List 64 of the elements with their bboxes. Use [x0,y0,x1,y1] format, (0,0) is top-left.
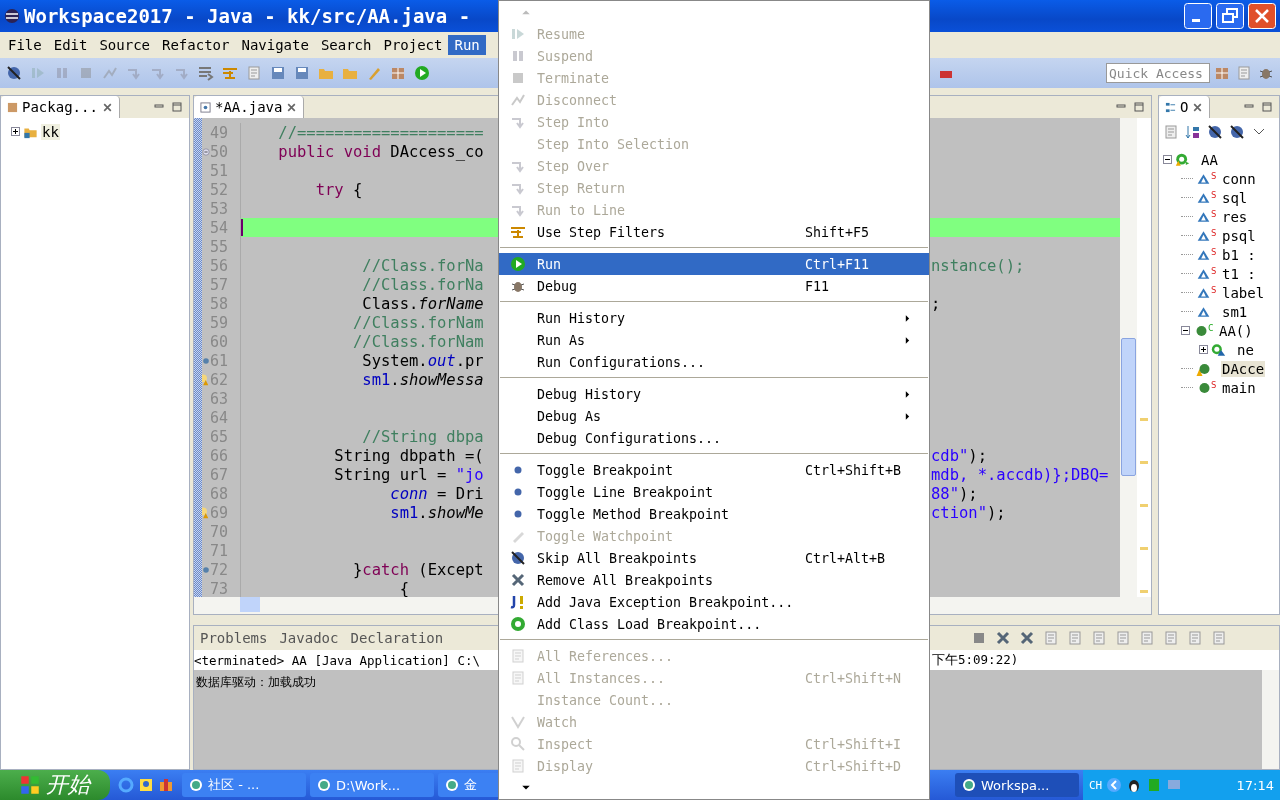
line-number: 55 [210,237,229,256]
code-text: conn = Dri [389,484,484,503]
code-text: ; [931,294,941,313]
line-number: 66 [210,446,229,465]
code-text: //Class.forNa [361,275,484,294]
code-text: public void DAccess_co [277,142,484,161]
line-number: 59 [210,313,229,332]
line-number: 60 [210,332,229,351]
modifier-mark: S [1211,228,1217,238]
line-number: 70 [210,522,229,541]
code-text: nstance(); [931,256,1025,275]
line-number: 65 [210,427,229,446]
code-text: //Class.forNa [361,256,484,275]
line-number: 58 [210,294,229,313]
line-number: 53 [210,199,229,218]
console-status: 下午5:09:22) [932,651,1019,669]
code-text: String dbpath =( [333,446,484,465]
modifier-mark: S [1211,247,1217,257]
code-text: 88"); [931,484,978,503]
view-tab-label: Packag... [22,99,98,115]
modifier-mark: S [1211,380,1217,390]
line-number: 68 [210,484,229,503]
window-title: Workspace2017 - Java - kk/src/AA.java - [24,5,471,27]
line-number: 64 [210,408,229,427]
modifier-mark: C [1208,323,1214,333]
line-number: 71 [210,541,229,560]
code-text: //==================== [277,123,484,142]
line-number: 72 [210,560,229,579]
line-number: 63 [210,389,229,408]
line-number: 52 [210,180,229,199]
editor-tab-label: *AA.java [215,99,283,115]
code-text: sm1.showMe [389,503,484,522]
code-text: String url = "jo [333,465,484,484]
line-number: 67 [210,465,229,484]
line-number: 49 [210,123,229,142]
code-text: try { [314,180,363,199]
code-text: cdb"); [931,446,987,465]
line-number: 57 [210,275,229,294]
clock: 17:14 [1236,777,1274,793]
code-text: //String dbpa [361,427,484,446]
line-number: 50 [210,142,229,161]
code-text: System.out.pr [361,351,484,370]
line-number: 73 [210,579,229,597]
code-text: }catch (Except [351,560,484,579]
console-status: <terminated> AA [Java Application] C:\ [194,652,481,668]
line-number: 61 [210,351,229,370]
modifier-mark: S [1211,209,1217,219]
code-text: mdb, *.accdb)};DBQ= [931,465,1109,484]
line-number: 62 [210,370,229,389]
code-text: //Class.forNam [351,332,484,351]
modifier-mark: S [1211,171,1217,181]
modifier-mark: S [1211,285,1217,295]
code-text: ction"); [931,503,1006,522]
line-number: 69 [210,503,229,522]
code-text: //Class.forNam [351,313,484,332]
modifier-mark: S [1211,266,1217,276]
code-text: sm1.showMessa [361,370,484,389]
line-number: 54 [210,218,229,237]
code-text: Class.forName [361,294,484,313]
modifier-mark: S [1211,190,1217,200]
line-number: 56 [210,256,229,275]
line-number: 51 [210,161,229,180]
view-tab-label: O [1180,99,1189,115]
code-text: { [398,579,409,597]
